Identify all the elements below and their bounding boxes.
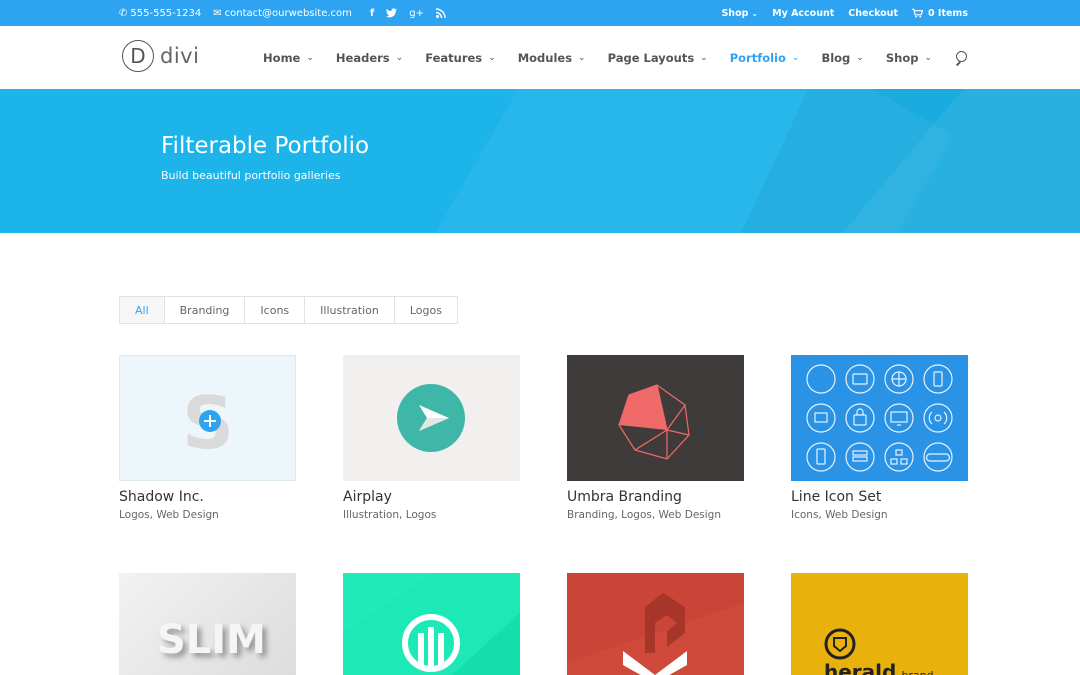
building-logo-image (343, 573, 520, 675)
portfolio-item-shadow-inc[interactable]: S Shadow Inc. Logos, Web Design (119, 355, 296, 521)
cart-icon (912, 8, 923, 18)
site-logo[interactable]: D divi (122, 40, 199, 72)
shadow-logo-image: S (182, 381, 234, 465)
portfolio-thumbnail[interactable] (343, 355, 520, 481)
portfolio-title[interactable]: Line Icon Set (791, 489, 968, 505)
cart-link[interactable]: 0 Items (912, 8, 968, 19)
nav-item-features[interactable]: Features ⌄ (425, 51, 496, 65)
page-subtitle: Build beautiful portfolio galleries (161, 169, 341, 182)
portfolio-thumbnail[interactable] (343, 573, 520, 675)
portfolio-item-umbra-branding[interactable]: Umbra Branding Branding, Logos, Web Desi… (567, 355, 744, 521)
portfolio-filters: All Branding Icons Illustration Logos (119, 296, 458, 324)
filter-icons[interactable]: Icons (245, 297, 306, 323)
polygon-logo-image (618, 384, 690, 460)
nav-item-headers[interactable]: Headers ⌄ (336, 51, 403, 65)
nav-item-home[interactable]: Home ⌄ (263, 51, 314, 65)
slim-thumbnail-text: SLIM (157, 617, 266, 663)
page-title: Filterable Portfolio (161, 133, 370, 159)
main-nav: Home ⌄ Headers ⌄ Features ⌄ Modules ⌄ Page L… (263, 26, 968, 89)
email-address[interactable]: contact@ourwebsite.com (225, 8, 352, 19)
cart-count: 0 Items (928, 7, 968, 19)
search-icon[interactable] (954, 50, 968, 65)
portfolio-thumbnail[interactable] (567, 355, 744, 481)
filter-branding[interactable]: Branding (164, 297, 246, 323)
twitter-icon[interactable] (386, 8, 398, 18)
chevron-down-icon: ⌄ (395, 52, 404, 63)
chevron-down-icon: ⌄ (791, 52, 800, 63)
filter-illustration[interactable]: Illustration (305, 297, 395, 323)
portfolio-thumbnail[interactable] (791, 355, 968, 481)
portfolio-categories: Logos, Web Design (119, 509, 219, 521)
nav-item-page-layouts[interactable]: Page Layouts ⌄ (608, 51, 708, 65)
portfolio-categories: Icons, Web Design (791, 509, 888, 521)
portfolio-title[interactable]: Shadow Inc. (119, 489, 296, 505)
portfolio-thumbnail[interactable]: S (119, 355, 296, 481)
email-info[interactable]: ✉ contact@ourwebsite.com (213, 8, 352, 19)
portfolio-item-airplay[interactable]: Airplay Illustration, Logos (343, 355, 520, 521)
top-bar: ✆ 555-555-1234 ✉ contact@ourwebsite.com … (0, 0, 1080, 26)
top-link-my-account[interactable]: My Account (772, 8, 834, 19)
nav-item-portfolio[interactable]: Portfolio ⌄ (730, 51, 800, 65)
portfolio-title[interactable]: Airplay (343, 489, 520, 505)
google-plus-icon[interactable]: g+ (409, 8, 424, 19)
portfolio-item[interactable] (343, 573, 520, 675)
envelope-icon: ✉ (213, 7, 222, 19)
chevron-down-icon: ⌄ (306, 52, 314, 63)
nav-item-blog[interactable]: Blog ⌄ (821, 51, 863, 65)
chevron-down-icon: ⌄ (924, 52, 932, 63)
chevron-logo-image (567, 573, 744, 675)
portfolio-item-line-icon-set[interactable]: Line Icon Set Icons, Web Design (791, 355, 968, 521)
chevron-down-icon: ⌄ (700, 52, 708, 63)
top-link-shop[interactable]: Shop ⌄ (721, 8, 758, 19)
logo-mark: D (122, 40, 154, 72)
portfolio-thumbnail[interactable]: herald brand (791, 573, 968, 675)
portfolio-item[interactable]: herald brand (791, 573, 968, 675)
nav-item-modules[interactable]: Modules ⌄ (518, 51, 586, 65)
line-icons-grid-image (806, 364, 953, 472)
filter-all[interactable]: All (120, 297, 165, 323)
page-hero: Filterable Portfolio Build beautiful por… (0, 89, 1080, 233)
chevron-down-icon: ⌄ (488, 52, 496, 63)
chevron-down-icon: ⌄ (856, 52, 864, 63)
herald-thumbnail-text: herald brand (824, 660, 934, 675)
phone-number: 555-555-1234 (130, 7, 202, 19)
portfolio-thumbnail[interactable]: SLIM (119, 573, 296, 675)
portfolio-categories: Branding, Logos, Web Design (567, 509, 721, 521)
phone-info: ✆ 555-555-1234 (119, 8, 201, 19)
logo-wordmark: divi (160, 44, 200, 68)
portfolio-thumbnail[interactable] (567, 573, 744, 675)
portfolio-item[interactable]: SLIM (119, 573, 296, 675)
chevron-down-icon: ⌄ (751, 8, 759, 18)
phone-icon: ✆ (119, 7, 128, 19)
filter-logos[interactable]: Logos (394, 297, 457, 323)
rss-icon[interactable] (435, 8, 446, 18)
portfolio-item[interactable] (567, 573, 744, 675)
portfolio-title[interactable]: Umbra Branding (567, 489, 744, 505)
top-link-checkout[interactable]: Checkout (848, 8, 898, 19)
facebook-icon[interactable]: f (370, 8, 374, 19)
chevron-down-icon: ⌄ (578, 52, 586, 63)
portfolio-categories: Illustration, Logos (343, 509, 437, 521)
play-icon (397, 384, 465, 452)
main-header: D divi Home ⌄ Headers ⌄ Features ⌄ Modules ⌄… (0, 26, 1080, 89)
nav-item-shop[interactable]: Shop ⌄ (886, 51, 932, 65)
